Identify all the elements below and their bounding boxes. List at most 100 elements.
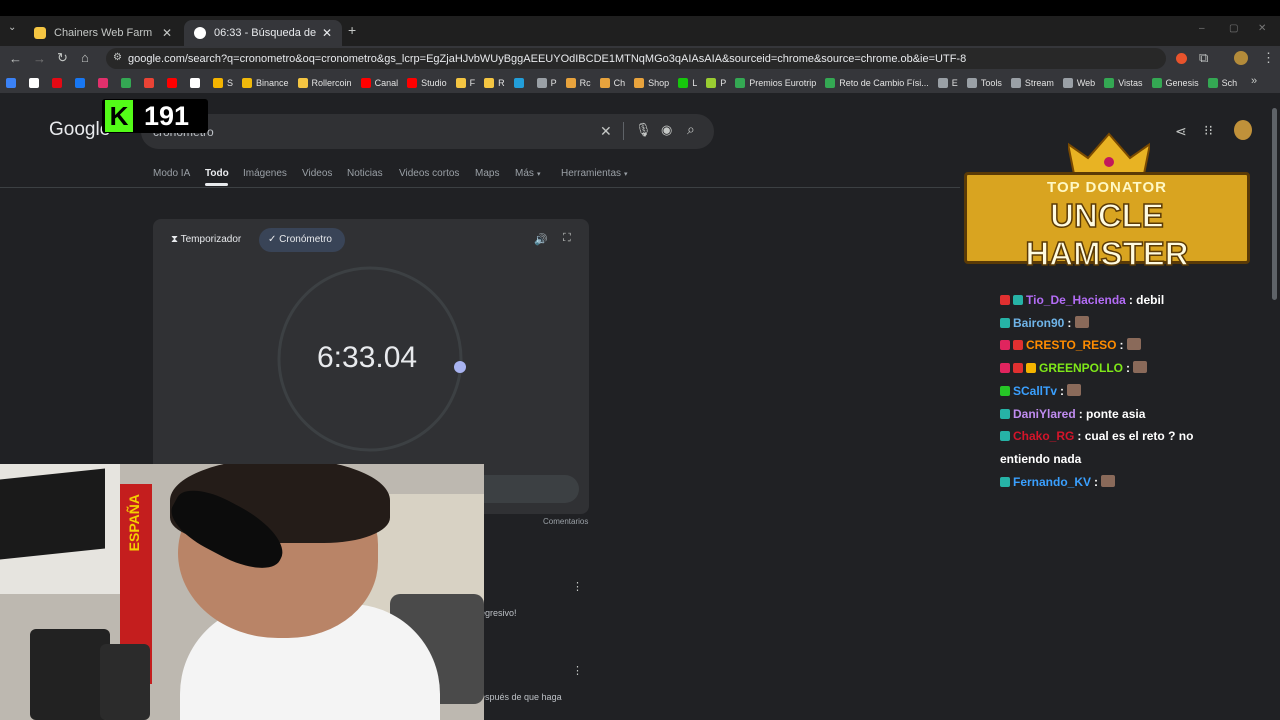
chat-username[interactable]: Bairon90 xyxy=(1013,316,1064,330)
tab-videos-cortos[interactable]: Videos cortos xyxy=(399,168,459,179)
maximize-button[interactable]: ▢ xyxy=(1229,23,1238,34)
result-more-icon[interactable]: ⋮ xyxy=(572,580,583,593)
tab-mas[interactable]: Más xyxy=(515,168,534,179)
close-tab-icon[interactable]: ✕ xyxy=(322,26,332,40)
timer-tab[interactable]: ⧗ Temporizador xyxy=(171,234,241,245)
bookmark-item[interactable]: L xyxy=(678,77,697,88)
bookmark-item[interactable] xyxy=(121,77,135,88)
extensions-puzzle-icon[interactable]: ⧉ xyxy=(1199,50,1208,66)
new-tab-button[interactable]: + xyxy=(348,22,356,38)
bookmark-item[interactable]: Web xyxy=(1062,77,1095,88)
home-icon[interactable]: ⌂ xyxy=(81,50,89,65)
profile-avatar[interactable] xyxy=(1234,51,1248,65)
bookmark-item[interactable]: Reto de Cambio Físi... xyxy=(825,77,929,88)
search-box[interactable]: cronometro ✕ 🎙 ◉ ⌕ xyxy=(141,114,714,149)
bookmark-item[interactable]: P xyxy=(536,77,557,88)
bookmark-label: Binance xyxy=(256,77,289,88)
bookmark-item[interactable]: Shop xyxy=(634,77,669,88)
bookmarks-bar: S Binance Rollercoin Canal Studio F R P Rc Ch Shop… xyxy=(0,72,1280,94)
chat-badge-icon xyxy=(1013,295,1023,305)
fullscreen-icon[interactable]: ⛶ xyxy=(563,232,571,245)
chat-username[interactable]: Tio_De_Hacienda xyxy=(1026,293,1126,307)
search-divider xyxy=(623,122,624,140)
tab-google-search[interactable]: 06:33 - Búsqueda de Google ✕ xyxy=(184,20,342,46)
bookmark-item[interactable]: Rollercoin xyxy=(297,77,352,88)
bookmark-favicon-icon xyxy=(297,77,308,88)
more-bookmarks-chevron-icon[interactable]: » xyxy=(1251,75,1257,87)
forward-arrow-icon[interactable]: → xyxy=(33,51,46,66)
bookmark-item[interactable] xyxy=(52,77,66,88)
tab-todo[interactable]: Todo xyxy=(205,168,229,179)
tab-imagenes[interactable]: Imágenes xyxy=(243,168,287,179)
chat-message: CRESTO_RESO: xyxy=(1000,334,1210,357)
scrollbar-thumb[interactable] xyxy=(1272,108,1277,300)
volume-icon[interactable]: 🔊 xyxy=(534,233,548,246)
tab-maps[interactable]: Maps xyxy=(475,168,499,179)
bookmark-favicon-icon xyxy=(29,77,39,88)
chat-username[interactable]: Fernando_KV xyxy=(1013,475,1091,489)
tab-noticias[interactable]: Noticias xyxy=(347,168,383,179)
tab-chainers[interactable]: Chainers Web Farm ✕ xyxy=(24,20,182,46)
bookmark-item[interactable]: Canal xyxy=(360,77,398,88)
bookmark-item[interactable]: P xyxy=(706,77,726,88)
extension-fox-icon[interactable] xyxy=(1176,53,1187,64)
bookmark-item[interactable]: Premios Eurotrip xyxy=(735,77,816,88)
bookmark-item[interactable]: Tools xyxy=(966,77,1002,88)
chat-username[interactable]: DaniYlared xyxy=(1013,407,1076,421)
dial-progress-dot xyxy=(454,361,466,373)
feedback-link[interactable]: Comentarios xyxy=(543,517,588,526)
bookmark-item[interactable]: Studio xyxy=(407,77,447,88)
bookmark-item[interactable] xyxy=(167,77,181,88)
close-window-button[interactable]: ✕ xyxy=(1258,23,1266,34)
bookmark-item[interactable]: Vistas xyxy=(1104,77,1143,88)
chat-username[interactable]: CRESTO_RESO xyxy=(1026,338,1116,352)
back-arrow-icon[interactable]: ← xyxy=(9,51,22,66)
close-tab-icon[interactable]: ✕ xyxy=(162,26,172,40)
address-bar[interactable]: ⚙ google.com/search?q=cronometro&oq=cron… xyxy=(106,48,1166,69)
bookmark-item[interactable]: R xyxy=(484,77,505,88)
tab-modo-ia[interactable]: Modo IA xyxy=(153,168,190,179)
address-url[interactable]: google.com/search?q=cronometro&oq=cronom… xyxy=(128,53,966,65)
bookmark-label: S xyxy=(227,77,234,88)
stopwatch-tab[interactable]: ✓ Cronómetro xyxy=(259,228,345,252)
chat-username[interactable]: SCallTv xyxy=(1013,384,1057,398)
chat-username[interactable]: GREENPOLLO xyxy=(1039,361,1123,375)
chat-username[interactable]: Chako_RG xyxy=(1013,429,1074,443)
site-info-icon[interactable]: ⚙ xyxy=(113,52,122,63)
bookmark-item[interactable] xyxy=(98,77,112,88)
page-scrollbar[interactable] xyxy=(1270,94,1280,720)
bookmark-item[interactable] xyxy=(190,77,204,88)
chat-message: Chako_RG: cual es el reto ? no entiendo … xyxy=(1000,425,1210,470)
bookmark-favicon-icon xyxy=(407,77,418,88)
bookmark-item[interactable] xyxy=(6,77,20,88)
tab-herramientas[interactable]: Herramientas xyxy=(561,168,621,179)
bookmark-item[interactable]: E xyxy=(937,77,958,88)
donator-title: TOP DONATOR xyxy=(1047,179,1167,196)
reload-icon[interactable]: ↻ xyxy=(57,50,68,66)
bookmark-item[interactable]: F xyxy=(455,77,475,88)
bookmark-item[interactable]: S xyxy=(213,77,234,88)
bookmark-item[interactable]: Ch xyxy=(599,77,625,88)
voice-search-mic-icon[interactable]: 🎙 xyxy=(635,122,652,138)
bookmark-item[interactable] xyxy=(144,77,158,88)
result-more-icon[interactable]: ⋮ xyxy=(572,664,583,677)
bookmark-item[interactable] xyxy=(513,77,528,88)
search-magnifier-icon[interactable]: ⌕ xyxy=(687,121,695,138)
bookmark-item[interactable]: Genesis xyxy=(1151,77,1199,88)
bookmark-item[interactable]: Sch xyxy=(1207,77,1237,88)
chat-badge-icon xyxy=(1000,408,1010,419)
tab-videos[interactable]: Videos xyxy=(302,168,332,179)
bookmark-item[interactable] xyxy=(29,77,43,88)
lens-camera-icon[interactable]: ◉ xyxy=(661,122,672,138)
tab-search-chevron-icon[interactable]: ⌄ xyxy=(8,22,16,33)
clear-search-icon[interactable]: ✕ xyxy=(600,123,612,140)
bookmark-item[interactable]: Stream xyxy=(1010,77,1054,88)
bookmark-favicon-icon xyxy=(167,77,177,88)
chat-badge-icon xyxy=(1013,340,1023,351)
bookmark-favicon-icon xyxy=(484,77,495,88)
minimize-button[interactable]: – xyxy=(1199,23,1205,34)
bookmark-item[interactable]: Rc xyxy=(565,77,591,88)
bookmark-item[interactable]: Binance xyxy=(242,77,289,88)
bookmark-item[interactable] xyxy=(75,77,89,88)
browser-menu-icon[interactable]: ⋮ xyxy=(1262,50,1275,66)
